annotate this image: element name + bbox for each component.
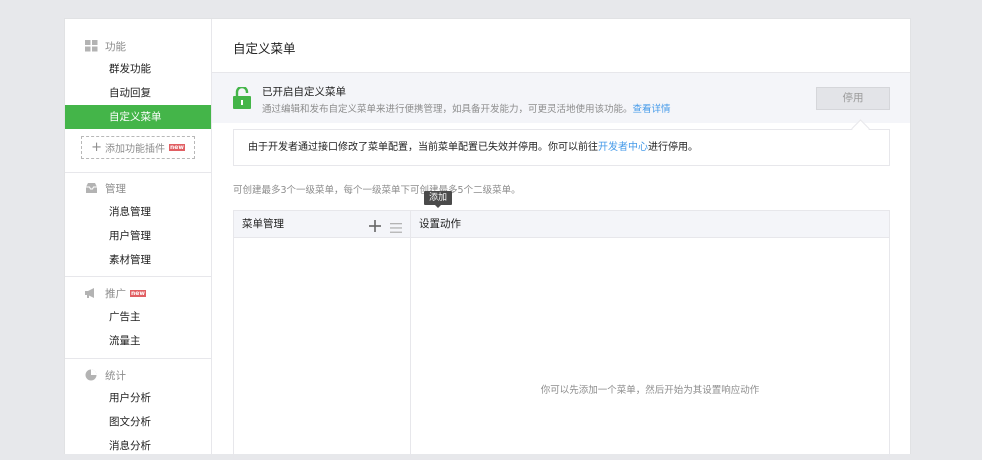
sidebar-item-messages[interactable]: 消息管理 [65,200,211,224]
section-title: 管理 [105,182,126,195]
section-header-statistics: 统计 [85,367,126,383]
action-title: 设置动作 [419,218,461,230]
section-title: 功能 [105,40,126,53]
add-plugin-button[interactable]: + 添加功能插件 new [81,136,195,159]
megaphone-icon [85,287,98,299]
menu-list-header: 菜单管理 [234,211,410,238]
status-title: 已开启自定义菜单 [262,86,346,98]
sidebar: 功能 群发功能 自动回复 自定义菜单 + 添加功能插件 new 管理 消息管理 … [65,19,212,454]
add-plugin-label: 添加功能插件 [105,144,165,155]
inbox-icon [85,182,98,194]
notice-text-end: 进行停用。 [648,142,698,153]
status-description: 通过编辑和发布自定义菜单来进行便携管理，如具备开发能力，可更灵活地使用该功能。查… [262,101,671,115]
sidebar-divider [65,358,211,359]
sidebar-divider [65,172,211,173]
sidebar-item-advertiser[interactable]: 广告主 [65,305,211,329]
add-tooltip: 添加 [424,191,453,208]
disable-button[interactable]: 停用 [816,87,890,110]
unlocked-icon [233,85,251,109]
app-frame: 功能 群发功能 自动回复 自定义菜单 + 添加功能插件 new 管理 消息管理 … [64,18,911,460]
section-header-promotion: 推广 new [85,285,146,301]
empty-hint: 你可以先添加一个菜单，然后开始为其设置响应动作 [540,385,760,396]
menu-action-panel: 设置动作 你可以先添加一个菜单，然后开始为其设置响应动作 [411,211,889,459]
action-header: 设置动作 [411,211,889,238]
new-badge: new [130,289,146,297]
status-bar: 已开启自定义菜单 通过编辑和发布自定义菜单来进行便携管理，如具备开发能力，可更灵… [212,73,910,123]
sidebar-item-message-analysis[interactable]: 消息分析 [65,434,211,458]
section-header-manage: 管理 [85,180,126,196]
view-details-link[interactable]: 查看详情 [633,104,671,115]
notice-box: 由于开发者通过接口修改了菜单配置，当前菜单配置已失效并停用。你可以前往开发者中心… [233,129,890,166]
section-header-features: 功能 [85,38,126,54]
page-title: 自定义菜单 [233,41,296,56]
status-desc-text: 通过编辑和发布自定义菜单来进行便携管理，如具备开发能力，可更灵活地使用该功能。 [262,104,633,115]
developer-center-link[interactable]: 开发者中心 [598,142,648,153]
sidebar-item-traffic-owner[interactable]: 流量主 [65,329,211,353]
pie-chart-icon [85,369,98,381]
sidebar-item-custom-menu[interactable]: 自定义菜单 [65,105,211,129]
sidebar-item-materials[interactable]: 素材管理 [65,248,211,272]
menu-limit-tip: 可创建最多3个一级菜单，每个一级菜单下可创建最多5个二级菜单。 [233,185,521,196]
menu-editor: 菜单管理 设置动作 你可以先添加一个菜单，然后开始为其设置响应动作 [233,210,890,460]
main-content: 自定义菜单 已开启自定义菜单 通过编辑和发布自定义菜单来进行便携管理，如具备开发… [212,19,910,460]
menu-list-panel: 菜单管理 [234,211,411,459]
add-menu-icon[interactable] [368,217,382,232]
notice-text: 由于开发者通过接口修改了菜单配置，当前菜单配置已失效并停用。你可以前往 [248,142,598,153]
sidebar-divider [65,276,211,277]
grid-icon [85,40,98,52]
plus-icon: + [91,140,102,155]
sidebar-item-mass-send[interactable]: 群发功能 [65,57,211,81]
sidebar-item-user-analysis[interactable]: 用户分析 [65,386,211,410]
section-title: 统计 [105,369,126,382]
sidebar-item-article-analysis[interactable]: 图文分析 [65,410,211,434]
sidebar-item-auto-reply[interactable]: 自动回复 [65,81,211,105]
section-title: 推广 [105,287,126,300]
sidebar-item-users[interactable]: 用户管理 [65,224,211,248]
sort-list-icon[interactable] [390,218,402,233]
menu-list-title: 菜单管理 [242,218,284,230]
new-badge: new [169,144,185,151]
